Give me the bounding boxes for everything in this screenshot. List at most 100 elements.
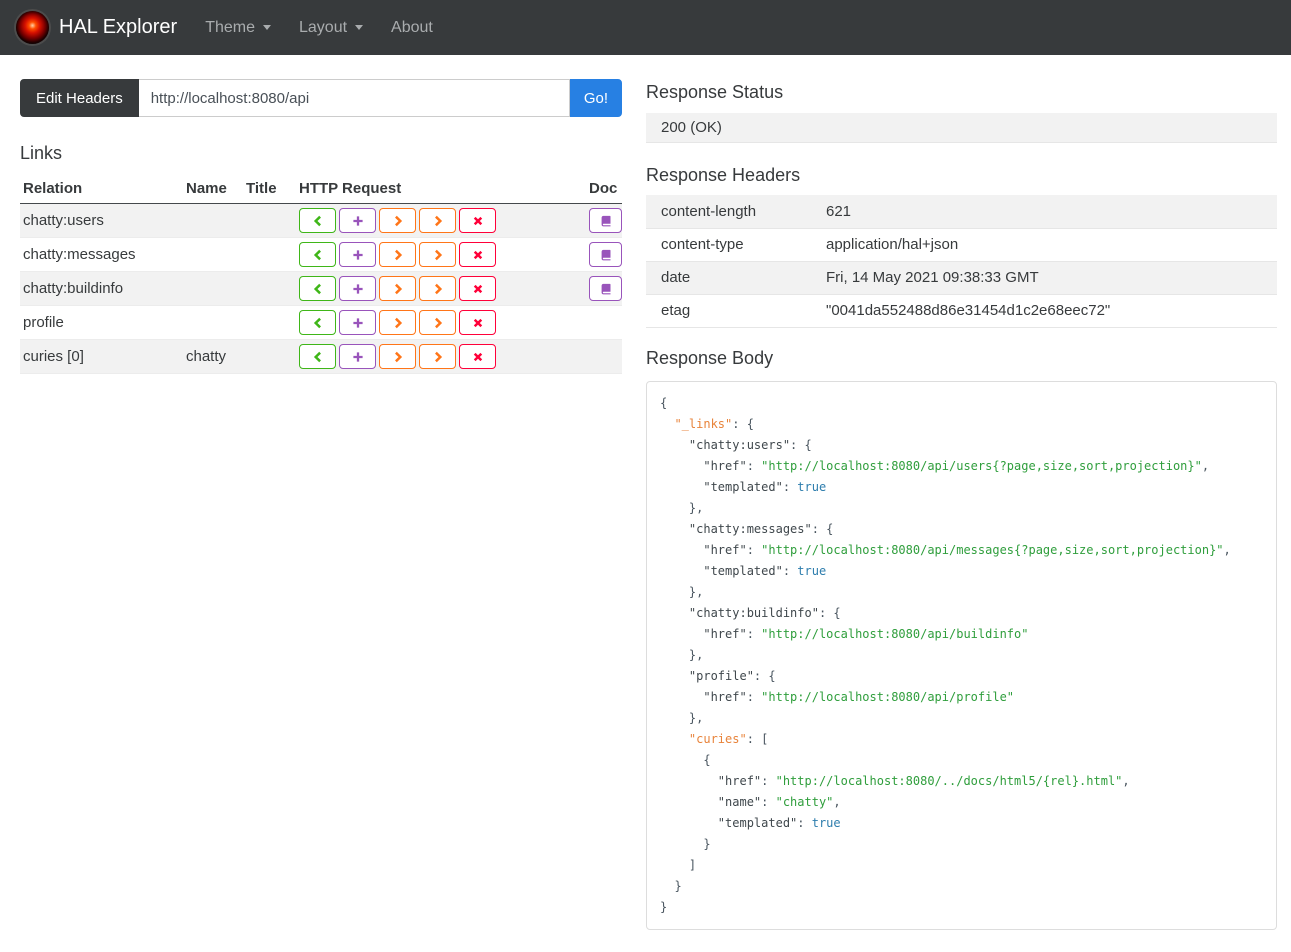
get-request-button[interactable] [299, 344, 336, 369]
plus-icon [352, 283, 363, 294]
main-content: Edit Headers Go! Links Relation Name Tit… [0, 55, 1291, 952]
chevron-right-icon [394, 215, 402, 226]
chevron-left-icon [313, 317, 321, 328]
link-title [243, 340, 296, 374]
column-header-relation: Relation [20, 174, 183, 204]
get-request-button[interactable] [299, 208, 336, 233]
code-line: ] [660, 857, 697, 872]
delete-request-button[interactable] [459, 310, 496, 335]
edit-headers-button[interactable]: Edit Headers [20, 79, 139, 117]
code-line: "profile": { [660, 668, 776, 683]
chevron-left-icon [313, 215, 321, 226]
patch-request-button[interactable] [419, 242, 456, 267]
response-header-row: etag "0041da552488d86e31454d1c2e68eec72" [646, 294, 1277, 327]
column-header-http-request: HTTP Request [296, 174, 586, 204]
get-request-button[interactable] [299, 242, 336, 267]
brand[interactable]: HAL Explorer [16, 11, 177, 44]
code-line: }, [660, 710, 704, 725]
chevron-right-icon [434, 317, 442, 328]
code-line: }, [660, 500, 704, 515]
link-row: chatty:buildinfo [20, 271, 622, 306]
code-line: } [660, 836, 711, 851]
delete-request-button[interactable] [459, 242, 496, 267]
response-headers-table: content-length 621 content-type application… [646, 195, 1277, 328]
doc-button[interactable] [589, 242, 622, 267]
link-title [243, 204, 296, 238]
header-name: content-length [661, 202, 757, 220]
link-relation: chatty:users [23, 212, 104, 229]
x-icon [473, 352, 482, 361]
chevron-left-icon [313, 249, 321, 260]
post-request-button[interactable] [339, 208, 376, 233]
get-request-button[interactable] [299, 276, 336, 301]
put-request-button[interactable] [379, 310, 416, 335]
link-relation: profile [23, 314, 64, 331]
doc-cell [586, 340, 622, 374]
header-name: date [661, 269, 691, 286]
response-body-code: { "_links": { "chatty:users": { "href": … [646, 380, 1277, 930]
code-line: "name": "chatty", [660, 794, 841, 809]
post-request-button[interactable] [339, 344, 376, 369]
plus-icon [352, 317, 363, 328]
x-icon [473, 318, 482, 327]
response-body-title: Response Body [646, 347, 774, 368]
delete-request-button[interactable] [459, 276, 496, 301]
link-relation: chatty:buildinfo [23, 280, 124, 297]
link-relation: curies [0] [23, 348, 84, 365]
delete-request-button[interactable] [459, 344, 496, 369]
post-request-button[interactable] [339, 310, 376, 335]
code-line: } [660, 899, 668, 914]
put-request-button[interactable] [379, 242, 416, 267]
go-button[interactable]: Go! [569, 79, 622, 117]
nav-item-label: Theme [205, 18, 255, 36]
column-header-title: Title [243, 174, 296, 204]
put-request-button[interactable] [379, 344, 416, 369]
response-status-value: 200 (OK) [646, 113, 1277, 143]
put-request-button[interactable] [379, 276, 416, 301]
patch-request-button[interactable] [419, 276, 456, 301]
chevron-down-icon [263, 25, 271, 30]
delete-request-button[interactable] [459, 208, 496, 233]
links-section-title: Links [20, 143, 63, 163]
code-line: { [660, 752, 711, 767]
post-request-button[interactable] [339, 242, 376, 267]
code-line: "href": "http://localhost:8080/api/messa… [660, 542, 1231, 557]
patch-request-button[interactable] [419, 310, 456, 335]
link-row: curies [0] chatty [20, 339, 622, 374]
response-header-row: content-length 621 [646, 195, 1277, 228]
code-line: }, [660, 584, 704, 599]
link-name [183, 238, 243, 272]
response-headers-title: Response Headers [646, 165, 801, 185]
book-icon [601, 249, 610, 260]
link-title [243, 306, 296, 340]
chevron-right-icon [434, 249, 442, 260]
nav-item-layout[interactable]: Layout [285, 0, 377, 55]
chevron-right-icon [394, 249, 402, 260]
http-request-buttons [296, 340, 586, 374]
link-row: chatty:messages [20, 238, 622, 272]
get-request-button[interactable] [299, 310, 336, 335]
post-request-button[interactable] [339, 276, 376, 301]
brand-title: HAL Explorer [59, 16, 178, 38]
code-line: } [660, 878, 682, 893]
header-name: content-type [661, 236, 744, 253]
header-value: 621 [826, 202, 852, 220]
chevron-right-icon [434, 283, 442, 294]
book-icon [601, 215, 610, 226]
chevron-left-icon [313, 351, 321, 362]
doc-cell [586, 272, 622, 306]
url-input[interactable] [138, 79, 570, 117]
patch-request-button[interactable] [419, 208, 456, 233]
code-line: }, [660, 647, 704, 662]
link-relation: chatty:messages [23, 246, 136, 263]
nav-item-label: Layout [299, 18, 348, 36]
doc-button[interactable] [589, 276, 622, 301]
response-header-row: content-type application/hal+json [646, 228, 1277, 261]
link-name [183, 306, 243, 340]
nav-item-about[interactable]: About [377, 0, 447, 55]
nav-item-theme[interactable]: Theme [191, 0, 285, 55]
doc-button[interactable] [589, 208, 622, 233]
patch-request-button[interactable] [419, 344, 456, 369]
put-request-button[interactable] [379, 208, 416, 233]
chevron-right-icon [394, 351, 402, 362]
